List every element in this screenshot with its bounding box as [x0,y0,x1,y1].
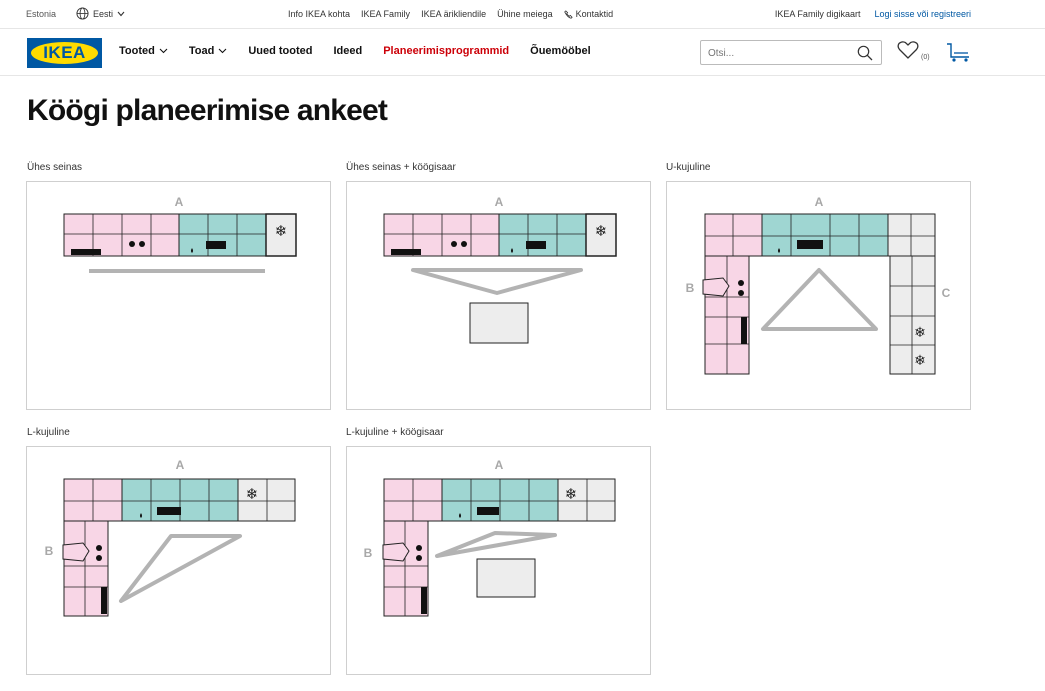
wall-letter-a: A [815,195,824,209]
menu-rooms[interactable]: Toad [189,45,227,57]
layout-card-l-shaped[interactable]: A B ❄ [26,446,331,675]
layout-card-one-wall[interactable]: A ❄ [26,181,331,410]
link-contact[interactable]: Kontaktid [563,9,614,19]
menu-outdoor[interactable]: Õuemööbel [530,45,591,57]
svg-text:❄: ❄ [275,222,288,240]
menu-products[interactable]: Tooted [119,45,168,57]
heart-icon [897,41,919,59]
wishlist-count: (0) [921,54,930,61]
logo-text: IKEA [43,43,86,62]
link-family[interactable]: IKEA Family [361,9,410,19]
main-navigation: IKEA Tooted Toad Uued tooted Ideed Plane… [0,29,1045,76]
wall-letter-b: B [45,544,54,558]
layout-label-l-shaped-island: L-kujuline + köögisaar [346,427,444,438]
language-label: Eesti [93,8,114,19]
layout-label-one-wall: Ühes seinas [27,162,83,173]
main-menu: Tooted Toad Uued tooted Ideed Planeerimi… [119,45,591,57]
svg-text:❄: ❄ [914,325,926,341]
layout-card-one-wall-island[interactable]: A ❄ [346,181,651,410]
one-wall-island-diagram: A ❄ [383,195,617,344]
cart-button[interactable] [946,41,972,68]
link-info[interactable]: Info IKEA kohta [288,9,350,19]
link-business[interactable]: IKEA ärikliendile [421,9,486,19]
svg-text:❄: ❄ [595,222,608,240]
country-name: Estonia [26,9,57,19]
link-family-card[interactable]: IKEA Family digikaart [775,9,861,19]
utility-links: Info IKEA kohta IKEA Family IKEA äriklie… [288,9,613,19]
one-wall-diagram: A ❄ [63,195,297,273]
language-selector[interactable]: Eesti [76,7,125,20]
layout-card-u-shaped[interactable]: A B C ❄ ❄ [666,181,971,410]
layout-label-u-shaped: U-kujuline [666,162,711,173]
wall-letter-a: A [495,458,504,472]
menu-new-products[interactable]: Uued tooted [248,45,312,57]
wall-letter-c: C [942,286,951,300]
wall-letter-a: A [175,195,184,209]
wall-letter-b: B [364,546,373,560]
wishlist-button[interactable]: (0) [897,40,930,65]
search-input[interactable] [708,45,848,61]
svg-text:❄: ❄ [914,353,926,369]
l-shaped-diagram: A B ❄ [45,458,296,617]
layout-label-one-wall-island: Ühes seinas + köögisaar [346,162,456,173]
svg-text:❄: ❄ [565,485,578,503]
phone-icon [563,9,573,19]
menu-products-label: Tooted [119,45,155,57]
svg-text:❄: ❄ [246,485,259,503]
wall-letter-b: B [686,281,695,295]
ikea-logo[interactable]: IKEA [27,38,102,68]
globe-icon [76,7,89,20]
layout-label-l-shaped: L-kujuline [27,427,70,438]
search-box [700,40,882,65]
page-title: Köögi planeerimise ankeet [27,94,388,127]
chevron-down-icon [159,48,168,54]
search-icon[interactable] [857,45,873,61]
menu-rooms-label: Toad [188,45,215,57]
wall-letter-a: A [495,195,504,209]
link-login[interactable]: Logi sisse või registreeri [874,9,971,19]
chevron-down-icon [117,11,125,16]
menu-ideas[interactable]: Ideed [333,45,362,57]
menu-planning-tools[interactable]: Planeerimisprogrammid [383,45,509,57]
l-shaped-island-diagram: A B ❄ [364,458,616,617]
contact-label: Kontaktid [575,9,614,19]
top-utility-bar: Estonia Eesti Info IKEA kohta IKEA Famil… [0,0,1045,29]
u-shaped-diagram: A B C ❄ ❄ [686,195,951,375]
account-links: IKEA Family digikaart Logi sisse või reg… [775,9,971,19]
layout-card-l-shaped-island[interactable]: A B ❄ [346,446,651,675]
wall-letter-a: A [176,458,185,472]
shopping-cart-icon [947,43,969,62]
link-join[interactable]: Ühine meiega [497,9,553,19]
chevron-down-icon [218,48,227,54]
